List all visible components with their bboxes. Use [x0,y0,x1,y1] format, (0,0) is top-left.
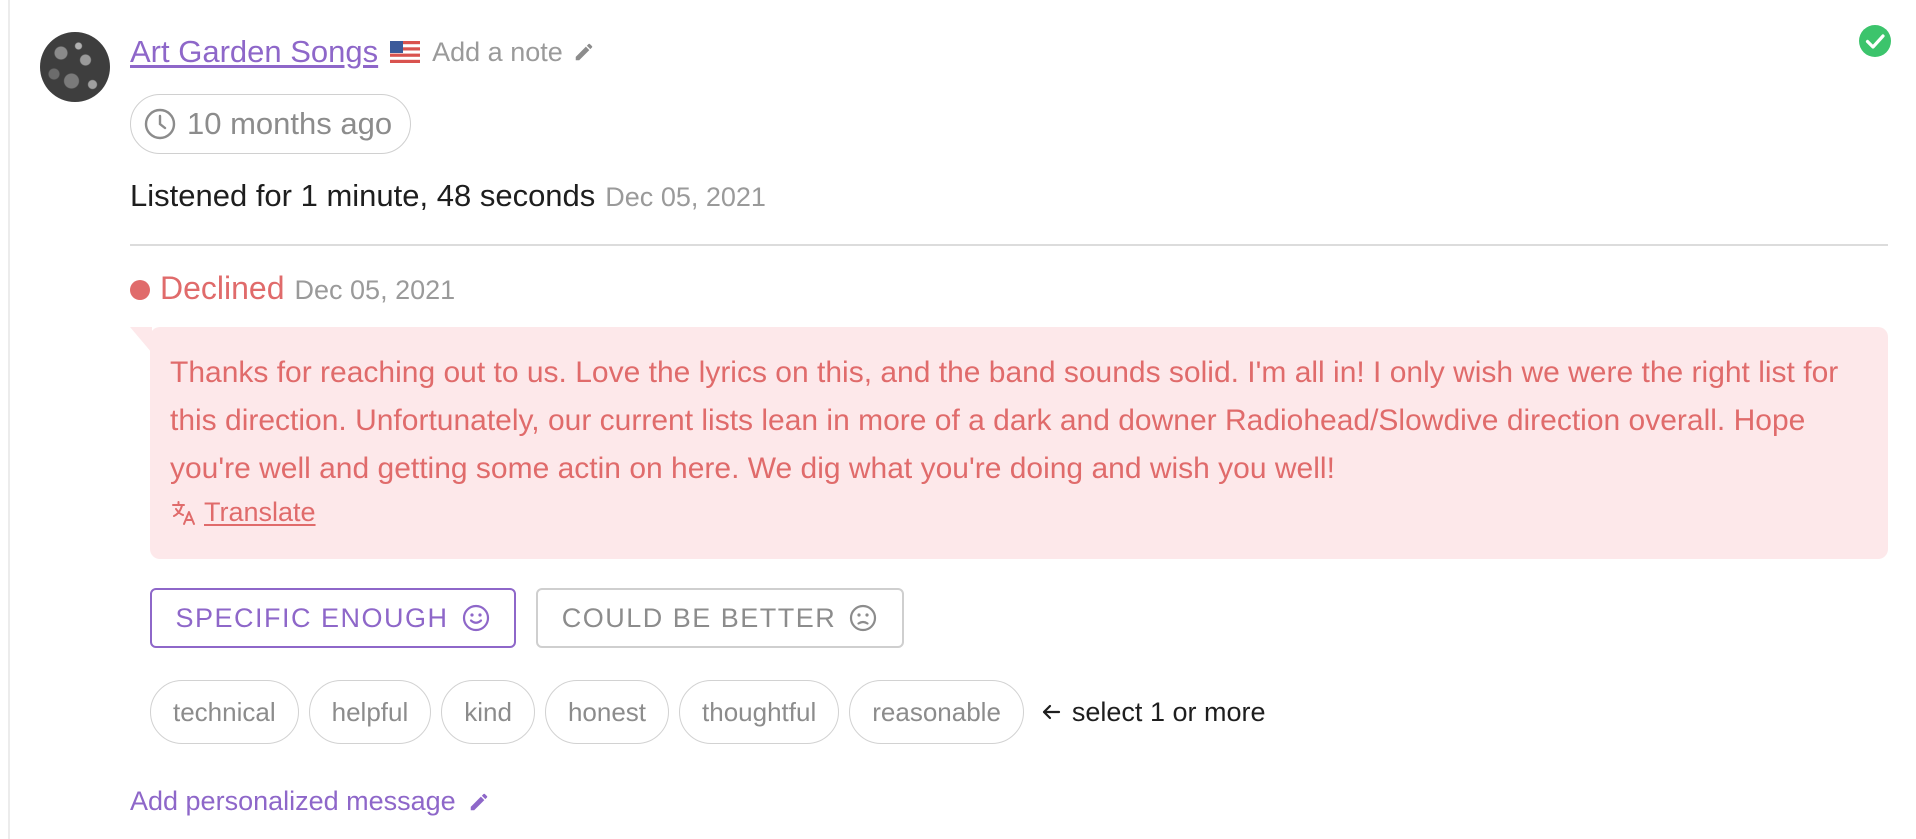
add-note-button[interactable]: Add a note [432,37,595,68]
status-label: Declined [160,270,285,306]
translate-label: Translate [204,497,316,527]
pencil-icon [470,793,487,810]
status-row: Declined Dec 05, 2021 [130,270,455,307]
translate-button[interactable]: Translate [170,497,1868,528]
specific-enough-label: SPECIFIC ENOUGH [175,602,449,633]
status-date: Dec 05, 2021 [294,275,456,305]
left-border [8,0,10,839]
artist-name-link[interactable]: Art Garden Songs [130,34,378,70]
tag-thoughtful[interactable]: thoughtful [679,680,840,744]
tag-kind[interactable]: kind [441,680,535,744]
could-be-better-button[interactable]: COULD BE BETTER [536,588,904,648]
select-hint-label: select 1 or more [1071,696,1266,727]
translate-icon [172,500,195,525]
tag-honest[interactable]: honest [544,680,670,744]
response-message-text: Thanks for reaching out to us. Love the … [170,356,1839,485]
divider [130,244,1888,246]
arrow-left-icon [1042,704,1061,720]
time-ago-label: 10 months ago [187,106,393,141]
listen-date: Dec 05, 2021 [605,182,766,212]
tag-helpful[interactable]: helpful [308,680,432,744]
add-note-label: Add a note [432,36,563,67]
feedback-tags-row: technical helpful kind honest thoughtful… [150,680,1265,744]
check-circle-icon [1859,25,1891,57]
smile-icon [462,604,489,632]
tag-technical[interactable]: technical [150,680,299,744]
us-flag-icon [390,41,421,63]
specific-enough-button[interactable]: SPECIFIC ENOUGH [150,588,516,648]
pencil-icon [575,43,593,61]
response-message-box: Thanks for reaching out to us. Love the … [130,327,1888,559]
frown-icon [850,604,877,632]
header-row: Art Garden Songs Add a note [130,30,595,74]
select-hint: select 1 or more [1040,696,1266,728]
listen-duration: Listened for 1 minute, 48 seconds [130,178,596,213]
avatar[interactable] [40,32,110,102]
time-ago-pill: 10 months ago [130,94,412,154]
status-dot-icon [130,280,150,300]
add-personalized-message-button[interactable]: Add personalized message [130,786,490,817]
clock-icon [144,108,176,140]
add-personalized-message-label: Add personalized message [130,786,456,816]
could-be-better-label: COULD BE BETTER [561,602,837,633]
tag-reasonable[interactable]: reasonable [849,680,1024,744]
listen-row: Listened for 1 minute, 48 seconds Dec 05… [130,178,766,214]
